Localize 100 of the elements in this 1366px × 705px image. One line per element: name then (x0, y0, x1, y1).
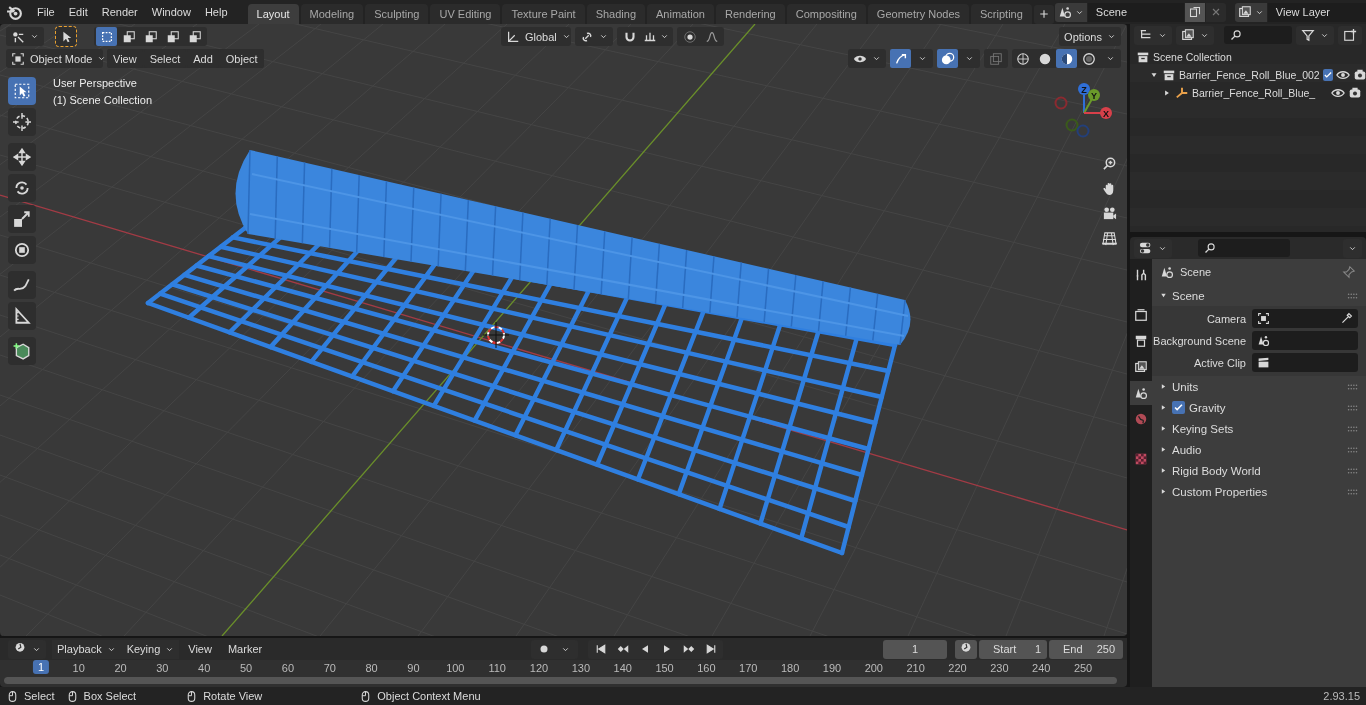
transform-tool-button[interactable] (8, 236, 36, 264)
add-cube-tool-icon[interactable] (13, 342, 31, 360)
disclosure-triangle-icon[interactable] (1159, 466, 1168, 475)
workspace-tab[interactable]: Geometry Nodes (867, 4, 969, 24)
disclosure-triangle-icon[interactable] (1159, 291, 1168, 300)
workspace-tab[interactable]: Scripting (971, 4, 1032, 24)
disclosure-triangle-icon[interactable] (1159, 424, 1168, 433)
timeline-scrollbar[interactable] (4, 677, 1117, 684)
panel-header[interactable]: Keying Sets (1172, 422, 1342, 435)
annotate-tool-icon[interactable] (13, 276, 31, 294)
disclosure-triangle-icon[interactable] (1159, 487, 1168, 496)
workspace-tab[interactable]: Sculpting (365, 4, 429, 24)
tool-tab-icon[interactable] (1134, 268, 1148, 282)
properties-tab[interactable] (1130, 381, 1152, 405)
scale-tool-button[interactable] (8, 205, 36, 233)
exclude-checkbox[interactable] (1322, 69, 1333, 81)
eye-icon[interactable] (1331, 86, 1345, 100)
disclosure-triangle-icon[interactable] (1159, 382, 1168, 391)
image-stack-icon[interactable] (1181, 28, 1195, 42)
add-cube-tool-button[interactable] (8, 337, 36, 365)
menu-item[interactable]: Edit (61, 3, 95, 21)
scene-browse-button[interactable] (1054, 2, 1087, 22)
camera-icon[interactable] (1348, 86, 1362, 100)
menu-item[interactable]: Window (144, 3, 198, 21)
transform-tool-icon[interactable] (13, 241, 31, 259)
end-frame-field[interactable]: End 250 (1049, 639, 1123, 659)
chevron-down-icon[interactable] (660, 32, 669, 41)
panel-checkbox[interactable] (1172, 401, 1185, 414)
start-frame-field[interactable]: Start 1 (979, 639, 1047, 659)
options-dropdown[interactable]: Options (1059, 27, 1121, 46)
panel-header[interactable]: Units (1172, 380, 1342, 393)
new-collection-button[interactable] (1338, 25, 1362, 45)
view-layer-browse-button[interactable] (1234, 2, 1267, 22)
toggles-icon[interactable] (1139, 241, 1153, 255)
search-field[interactable] (1224, 26, 1292, 44)
filter-dropdown[interactable] (1296, 25, 1334, 45)
timeline-menu[interactable]: View (181, 640, 219, 658)
editor-type-button[interactable] (8, 639, 46, 659)
chevron-down-icon[interactable] (599, 32, 608, 41)
axis-handle[interactable]: Z (1078, 83, 1090, 95)
negative-axis-handle[interactable] (1076, 124, 1090, 138)
move-tool-icon[interactable] (13, 148, 31, 166)
filter-icon[interactable] (1301, 28, 1315, 42)
object-mode-icon[interactable] (11, 51, 25, 66)
chevron-down-icon[interactable] (965, 54, 974, 63)
outliner-item[interactable]: Scene Collection (1153, 51, 1362, 63)
annotate-tool-button[interactable] (8, 271, 36, 299)
data-field[interactable] (1252, 353, 1358, 372)
disclosure-triangle-icon[interactable] (1159, 403, 1168, 412)
axis-handle[interactable]: X (1100, 107, 1112, 119)
image-stack-icon[interactable] (1237, 5, 1252, 19)
workspace-tab[interactable]: UV Editing (430, 4, 501, 24)
select-box-tool-button[interactable] (8, 77, 36, 105)
cursor-tool-icon[interactable] (13, 113, 31, 131)
workspace-tab[interactable]: Rendering (715, 4, 785, 24)
data-field[interactable] (1252, 309, 1358, 328)
panel-header[interactable]: Audio (1172, 443, 1342, 456)
view-layer-tab-icon[interactable] (1134, 360, 1148, 374)
editor-type-button[interactable] (1134, 25, 1172, 45)
timeline-menu[interactable]: Marker (220, 640, 270, 658)
chevron-down-icon[interactable] (1106, 54, 1115, 63)
panel-header[interactable]: Rigid Body World (1172, 464, 1342, 477)
jump-start-icon[interactable] (594, 643, 607, 655)
panel-header[interactable]: Gravity (1189, 401, 1342, 414)
orientation-dropdown[interactable]: Global (501, 27, 571, 46)
panel-header[interactable]: Scene (1172, 289, 1342, 302)
render-tab-icon[interactable] (1134, 308, 1148, 322)
axis-handle[interactable]: Y (1088, 89, 1100, 101)
negative-axis-handle[interactable] (1054, 96, 1068, 110)
view-layer-name-field[interactable]: View Layer (1267, 2, 1366, 22)
chevron-down-icon[interactable] (30, 32, 39, 41)
jump-end-icon[interactable] (704, 643, 717, 655)
move-tool-button[interactable] (8, 143, 36, 171)
texture-tab-icon[interactable] (1134, 452, 1148, 466)
outliner-item[interactable]: Barrier_Fence_Roll_Blue_002 (1179, 69, 1320, 81)
workspace-tab[interactable]: Texture Paint (502, 4, 585, 24)
search-field[interactable] (1198, 239, 1290, 257)
workspace-tab[interactable]: Animation (647, 4, 714, 24)
workspace-tab[interactable]: Layout (247, 4, 299, 24)
workspace-tab[interactable]: Modeling (300, 4, 364, 24)
negative-axis-handle[interactable] (1065, 118, 1079, 132)
cursor-tool-button[interactable] (8, 108, 36, 136)
output-tab-icon[interactable] (1134, 334, 1148, 348)
mode-dropdown[interactable]: Object Mode (6, 49, 103, 68)
eye-icon[interactable] (1335, 68, 1350, 82)
chevron-down-icon[interactable] (918, 54, 927, 63)
scene-name-field[interactable]: Scene (1087, 2, 1184, 22)
chevron-down-icon[interactable] (97, 54, 107, 63)
current-frame-field[interactable]: 1 (883, 639, 947, 659)
measure-tool-icon[interactable] (13, 307, 31, 325)
editor-type-button[interactable] (6, 27, 44, 46)
disclosure-triangle-icon[interactable] (1159, 445, 1168, 454)
data-field[interactable] (1252, 331, 1358, 350)
editor-type-button[interactable] (1134, 238, 1172, 258)
xray-toggle[interactable] (984, 49, 1008, 68)
rotate-tool-button[interactable] (8, 174, 36, 202)
outliner-item[interactable]: Barrier_Fence_Roll_Blue_ (1192, 87, 1328, 99)
menu-item[interactable]: Render (94, 3, 145, 21)
eyedropper-icon[interactable] (1340, 312, 1353, 325)
editor-type-icon[interactable] (11, 29, 25, 44)
